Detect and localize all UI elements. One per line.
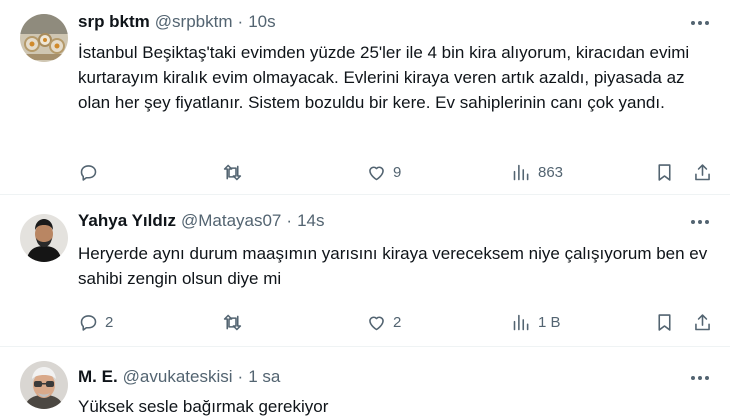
like-button[interactable]: 9 <box>366 160 401 184</box>
retweet-icon <box>223 314 242 330</box>
reply-count: 2 <box>105 313 114 331</box>
more-icon[interactable] <box>688 14 712 32</box>
retweet-button[interactable] <box>222 160 249 184</box>
share-icon <box>695 163 710 180</box>
bookmark-icon <box>658 163 671 181</box>
separator-dot: · <box>237 12 244 31</box>
avatar[interactable] <box>20 14 68 62</box>
retweet-icon <box>223 164 242 180</box>
avatar[interactable] <box>20 214 68 262</box>
more-icon[interactable] <box>688 369 712 387</box>
view-count: 1 B <box>538 313 561 331</box>
timestamp[interactable]: 14s <box>297 211 324 231</box>
heart-icon <box>369 316 384 330</box>
bookmark-button[interactable] <box>654 310 675 334</box>
separator-dot: · <box>286 211 293 230</box>
timestamp[interactable]: 1 sa <box>248 367 280 387</box>
like-count: 2 <box>393 313 402 331</box>
tweet-text: Heryerde aynı durum maaşımın yarısını ki… <box>78 244 708 288</box>
like-count: 9 <box>393 163 402 181</box>
separator-dot: · <box>237 367 244 386</box>
views-button[interactable]: 863 <box>511 160 563 184</box>
display-name[interactable]: srp bktm <box>78 12 150 32</box>
heart-icon <box>369 166 384 180</box>
bookmark-button[interactable] <box>654 160 675 184</box>
bookmark-icon <box>658 313 671 331</box>
display-name[interactable]: Yahya Yıldız <box>78 211 176 231</box>
avatar[interactable] <box>20 361 68 409</box>
tweet-header: Yahya Yıldız @Matayas07 · 14s <box>78 211 324 233</box>
view-count: 863 <box>538 163 564 181</box>
user-handle[interactable]: @srpbktm <box>155 12 233 32</box>
tweet-text: Yüksek sesle bağırmak gerekiyor <box>78 397 329 416</box>
tweet-header: M. E. @avukateskisi · 1 sa <box>78 367 280 389</box>
tweet-header: srp bktm @srpbktm · 10s <box>78 12 276 34</box>
display-name[interactable]: M. E. <box>78 367 118 387</box>
reply-icon <box>80 164 97 181</box>
views-icon <box>513 164 529 180</box>
share-button[interactable] <box>692 310 713 334</box>
share-icon <box>695 313 710 330</box>
more-icon[interactable] <box>688 213 712 231</box>
reply-button[interactable]: 2 <box>78 310 113 334</box>
timeline: srp bktm @srpbktm · 10s İstanbul Beşikta… <box>0 0 730 420</box>
tweet-actions: 9 863 <box>78 160 718 184</box>
views-button[interactable]: 1 B <box>511 310 561 334</box>
divider <box>0 346 730 347</box>
divider <box>0 194 730 195</box>
retweet-button[interactable] <box>222 310 249 334</box>
timestamp[interactable]: 10s <box>248 12 275 32</box>
like-button[interactable]: 2 <box>366 310 401 334</box>
views-icon <box>513 314 529 330</box>
reply-button[interactable] <box>78 160 105 184</box>
share-button[interactable] <box>692 160 713 184</box>
tweet-text: İstanbul Beşiktaş'taki evimden yüzde 25'… <box>78 43 690 112</box>
reply-icon <box>80 314 97 331</box>
user-handle[interactable]: @Matayas07 <box>181 211 281 231</box>
user-handle[interactable]: @avukateskisi <box>123 367 233 387</box>
tweet-actions: 2 2 1 B <box>78 310 718 334</box>
